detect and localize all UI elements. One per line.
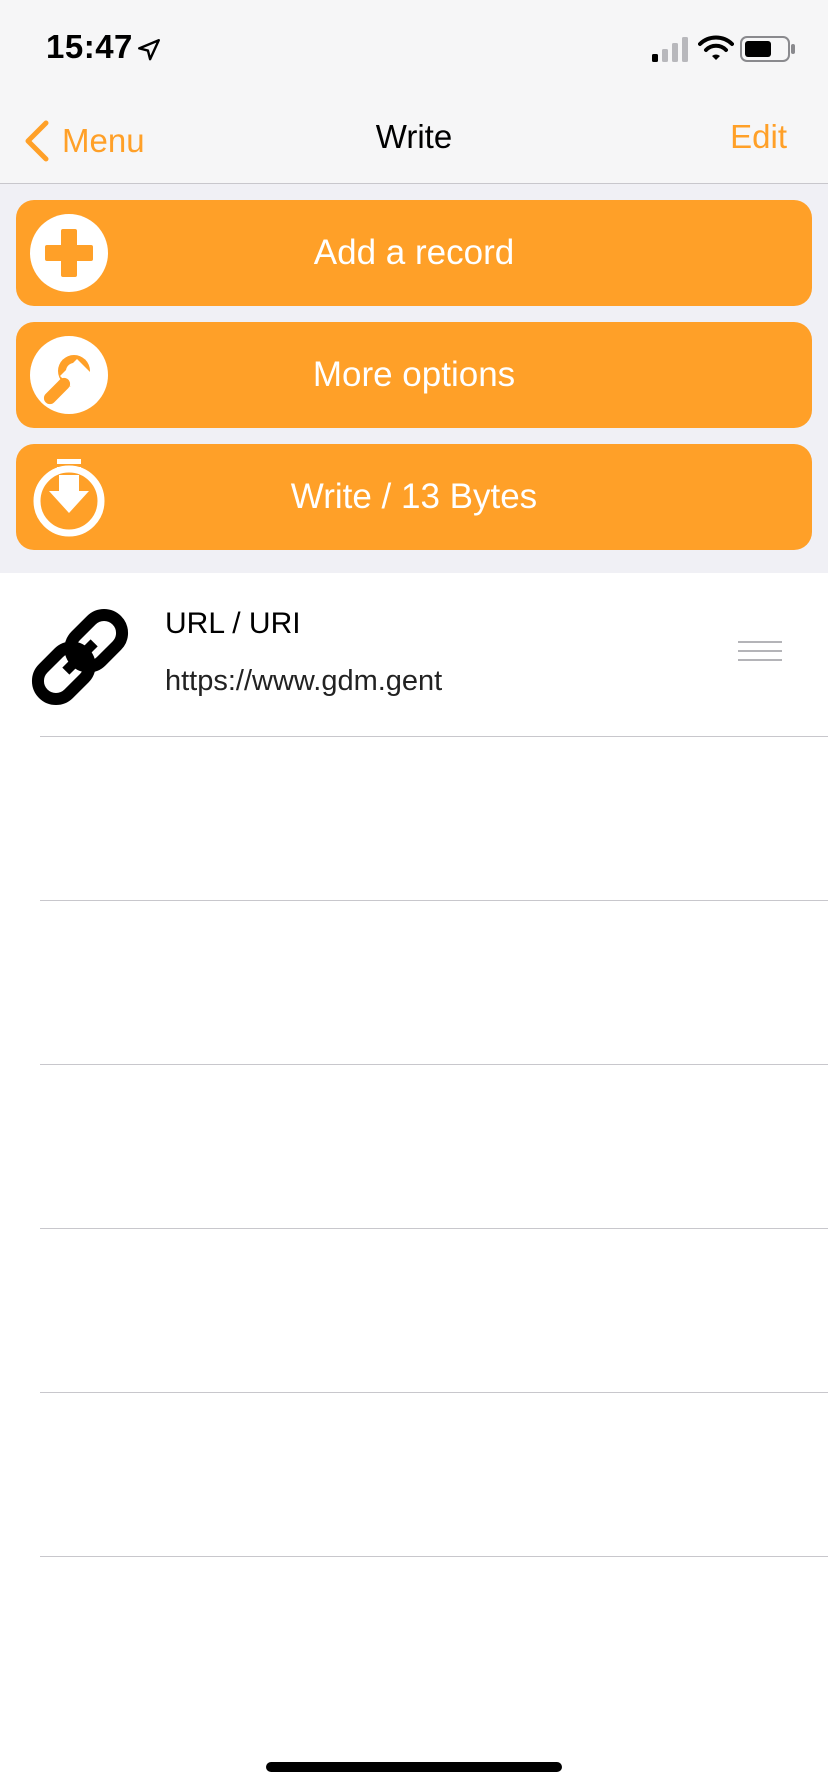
reorder-handle-icon[interactable]	[738, 641, 782, 665]
add-record-label: Add a record	[313, 233, 515, 272]
empty-row	[40, 737, 828, 901]
status-time: 15:47	[46, 28, 133, 65]
record-value: https://www.gdm.gent	[165, 665, 443, 697]
empty-row	[40, 1229, 828, 1393]
empty-row	[40, 1065, 828, 1229]
battery-icon	[740, 36, 795, 62]
record-type: URL / URI	[165, 607, 301, 640]
records-list: URL / URI https://www.gdm.gent	[0, 573, 828, 1557]
more-options-button[interactable]: More options	[16, 322, 812, 428]
location-arrow-icon	[138, 39, 160, 61]
download-circle-icon	[33, 459, 105, 537]
more-options-label: More options	[312, 355, 516, 394]
write-label: Write / 13 Bytes	[290, 477, 538, 516]
page-title: Write	[375, 118, 453, 155]
actions-section: Add a record More options Write / 13 Byt…	[0, 184, 828, 573]
top-chrome: 15:47 Menu Write Edit	[0, 0, 828, 184]
cellular-signal-icon	[652, 37, 688, 62]
edit-button[interactable]: Edit	[730, 118, 787, 156]
record-row-content: URL / URI https://www.gdm.gent	[0, 573, 828, 737]
write-button[interactable]: Write / 13 Bytes	[16, 444, 812, 550]
write-screen: 15:47 Menu Write Edit Add a record More …	[0, 0, 828, 1792]
link-icon	[31, 608, 129, 706]
wifi-icon	[698, 35, 734, 60]
record-row[interactable]: URL / URI https://www.gdm.gent	[0, 573, 828, 737]
add-record-button[interactable]: Add a record	[16, 200, 812, 306]
empty-row	[40, 901, 828, 1065]
empty-row	[40, 1393, 828, 1557]
home-indicator[interactable]	[266, 1762, 562, 1772]
plus-circle-icon	[30, 214, 108, 292]
wrench-icon	[30, 336, 108, 414]
